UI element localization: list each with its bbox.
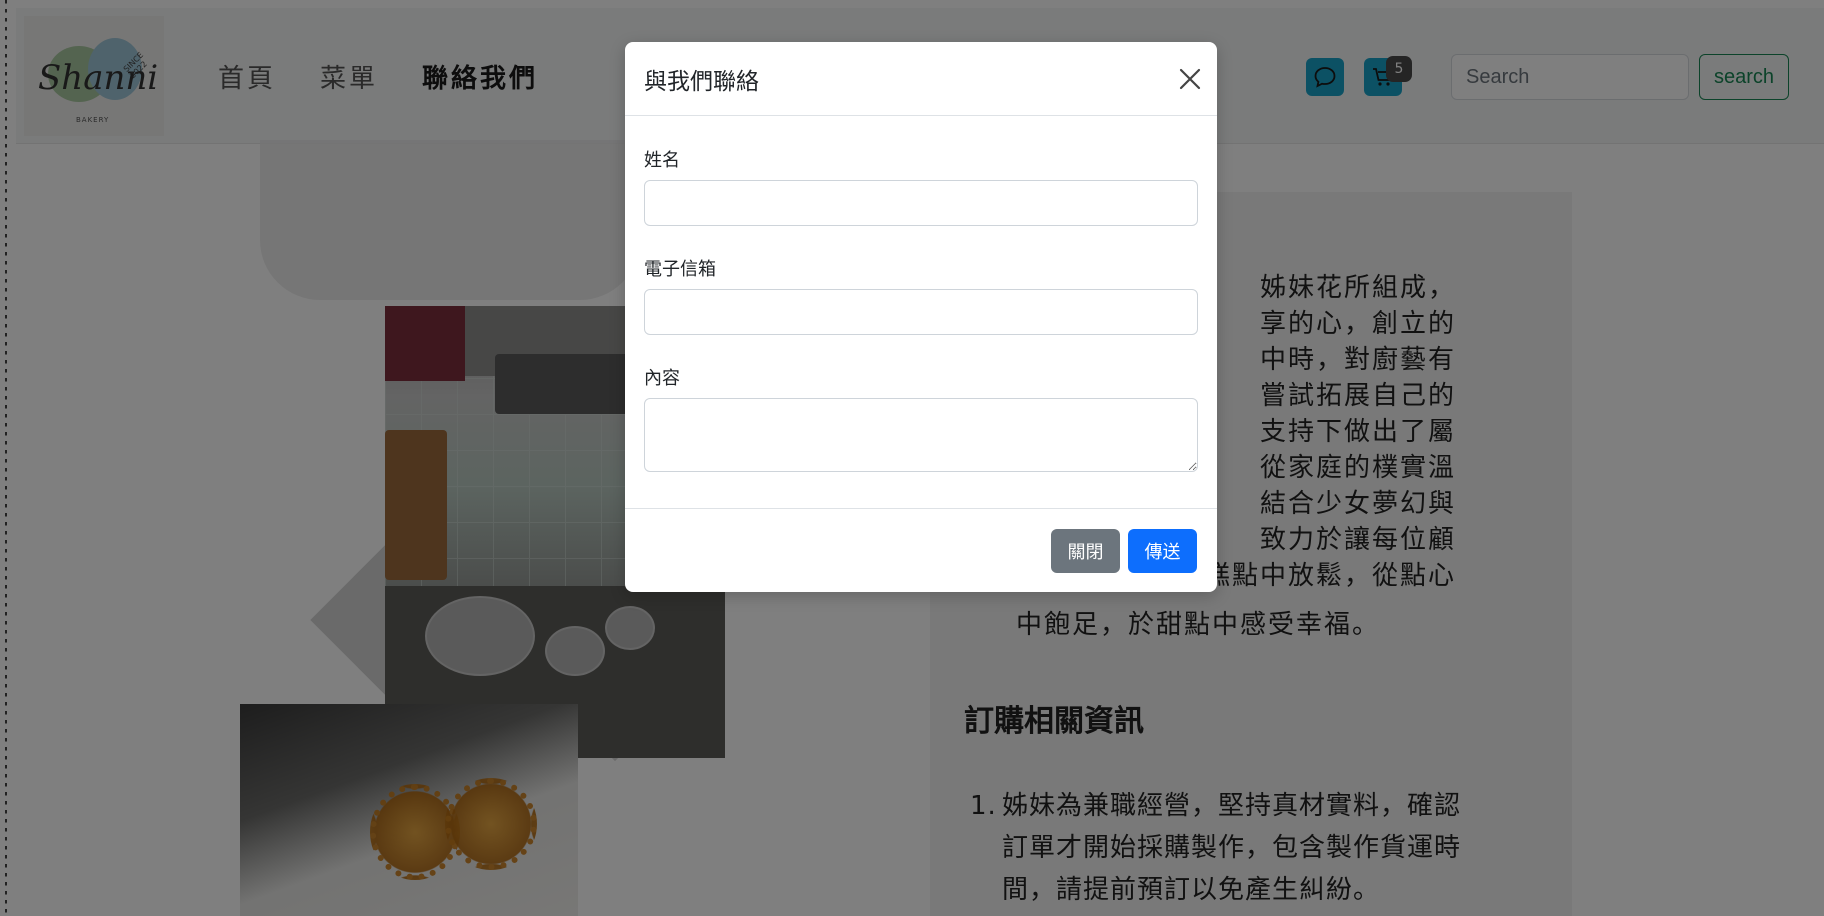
name-label: 姓名 — [644, 150, 680, 171]
modal-title: 與我們聯絡 — [644, 69, 759, 95]
email-field[interactable] — [644, 289, 1198, 335]
email-label: 電子信箱 — [644, 259, 716, 280]
submit-button[interactable]: 傳送 — [1128, 529, 1197, 573]
content-textarea[interactable] — [644, 398, 1198, 472]
content-label: 內容 — [644, 368, 680, 389]
close-icon — [1179, 68, 1201, 90]
modal-header: 與我們聯絡 — [625, 42, 1217, 116]
page: Shanni SINCE 2022 BAKERY 首頁 菜單 聯絡我們 5 se… — [0, 0, 1824, 916]
close-modal-button[interactable]: 關閉 — [1051, 529, 1120, 573]
name-field[interactable] — [644, 180, 1198, 226]
close-button[interactable] — [1173, 62, 1207, 96]
left-dotted-edge — [5, 0, 7, 916]
modal-footer: 關閉 傳送 — [625, 508, 1217, 592]
contact-modal: 與我們聯絡 姓名 電子信箱 內容 關閉 傳送 — [625, 42, 1217, 592]
